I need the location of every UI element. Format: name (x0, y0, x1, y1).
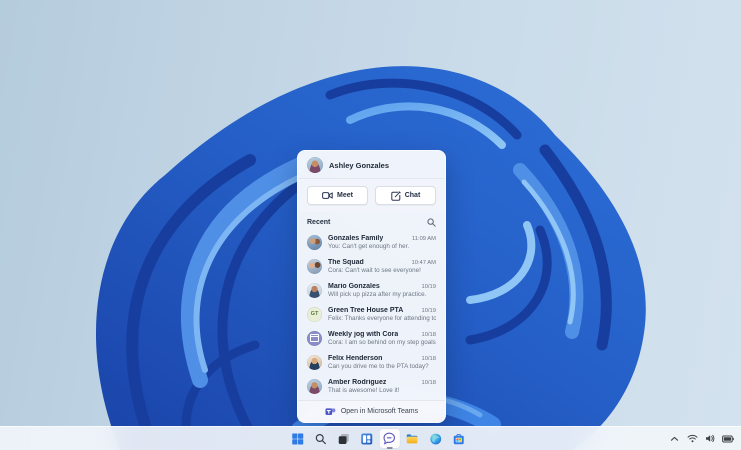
volume-icon (706, 434, 715, 443)
chat-timestamp: 10:47 AM (411, 259, 437, 266)
chat-message-preview: You: Can't get enough of her. (328, 242, 410, 250)
chat-avatar (307, 354, 322, 370)
chat-list-item[interactable]: Amber Rodriguez 10/18 That is awesome! L… (298, 374, 445, 398)
chat-avatar (307, 378, 322, 394)
task-view-button[interactable] (333, 429, 353, 448)
chat-message-preview: Cora: I am so behind on my step goals. (328, 338, 436, 346)
teams-chat-icon (383, 432, 395, 445)
meet-button-label: Meet (337, 192, 353, 199)
start-button[interactable] (287, 429, 307, 448)
chat-name: Gonzales Family (328, 234, 384, 242)
flyout-actions: Meet Chat (298, 179, 445, 212)
chat-avatar (307, 234, 322, 250)
chat-list-item[interactable]: Gonzales Family 11:09 AM You: Can't get … (298, 230, 445, 254)
system-tray (668, 427, 734, 450)
chat-list-item[interactable]: The Squad 10:47 AM Cora: Can't wait to s… (298, 254, 445, 278)
search-button[interactable] (310, 429, 330, 448)
chat-name: Weekly jog with Cora (328, 330, 399, 338)
video-camera-icon (322, 192, 333, 199)
chat-message-preview: Will pick up pizza after my practice. (328, 290, 427, 298)
chat-timestamp: 10/19 (421, 283, 436, 290)
chat-button[interactable]: Chat (375, 186, 436, 205)
microsoft-store-icon (453, 433, 464, 444)
calendar-icon (307, 330, 322, 346)
widgets-icon (360, 433, 372, 444)
folder-icon (406, 433, 418, 443)
chat-timestamp: 11:09 AM (411, 235, 436, 242)
open-in-teams-label: Open in Microsoft Teams (340, 408, 419, 415)
chat-message-preview: Can you drive me to the PTA today? (328, 362, 429, 370)
chat-message-preview: Cora: Can't wait to see everyone! (328, 266, 421, 274)
meet-button[interactable]: Meet (307, 186, 368, 205)
chat-list-item[interactable]: Mario Gonzales 10/19 Will pick up pizza … (298, 278, 445, 302)
chat-name: The Squad (328, 258, 364, 266)
chat-list-item[interactable]: GT Green Tree House PTA 10/19 Felix: Tha… (298, 302, 445, 326)
edge-browser-button[interactable] (425, 429, 445, 448)
wifi-icon (687, 434, 697, 443)
recent-label: Recent (307, 219, 331, 226)
taskbar (0, 426, 741, 450)
chat-timestamp: 10/18 (421, 355, 436, 362)
microsoft-teams-icon (325, 408, 336, 415)
chat-button-label: Chat (404, 192, 421, 199)
chat-avatar (307, 282, 322, 298)
chat-timestamp: 10/19 (421, 307, 436, 314)
widgets-button[interactable] (356, 429, 376, 448)
file-explorer-button[interactable] (402, 429, 422, 448)
chevron-up-icon (670, 436, 678, 441)
taskbar-center-icons (287, 427, 468, 450)
windows-logo-icon (291, 433, 303, 444)
user-name: Ashley Gonzales (329, 160, 390, 170)
recent-chat-list: Gonzales Family 11:09 AM You: Can't get … (298, 230, 445, 400)
recent-header-row: Recent (298, 212, 445, 230)
microsoft-store-button[interactable] (448, 429, 468, 448)
chat-message-preview: That is awesome! Love it! (328, 386, 400, 394)
chat-timestamp: 10/18 (421, 379, 436, 386)
search-icon[interactable] (427, 218, 436, 227)
chat-list-item[interactable]: Felix Henderson 10/18 Can you drive me t… (298, 350, 445, 374)
chat-list-item[interactable]: Weekly jog with Cora 10/18 Cora: I am so… (298, 326, 445, 350)
search-icon (315, 433, 326, 444)
chat-message-preview: Felix: Thanks everyone for attending tod… (328, 314, 436, 322)
flyout-header: Ashley Gonzales (298, 151, 445, 178)
chat-avatar (307, 258, 322, 274)
teams-chat-flyout: Ashley Gonzales Meet Chat Recent Gonzale… (297, 150, 446, 423)
task-view-icon (338, 433, 349, 444)
chat-name: Felix Henderson (328, 354, 383, 362)
battery-icon (722, 435, 734, 442)
network-button[interactable] (686, 432, 698, 446)
chat-taskbar-button[interactable] (379, 429, 400, 449)
compose-icon (391, 190, 401, 201)
chat-name: Green Tree House PTA (328, 306, 404, 314)
user-avatar[interactable] (307, 157, 323, 173)
tray-chevron-button[interactable] (668, 432, 680, 446)
volume-button[interactable] (704, 432, 716, 446)
chat-name: Mario Gonzales (328, 282, 380, 290)
chat-name: Amber Rodriguez (328, 378, 387, 386)
edge-browser-icon (429, 433, 441, 444)
chat-timestamp: 10/18 (421, 331, 436, 338)
battery-button[interactable] (722, 432, 734, 446)
chat-avatar: GT (307, 306, 322, 322)
open-in-teams-button[interactable]: Open in Microsoft Teams (298, 401, 445, 422)
